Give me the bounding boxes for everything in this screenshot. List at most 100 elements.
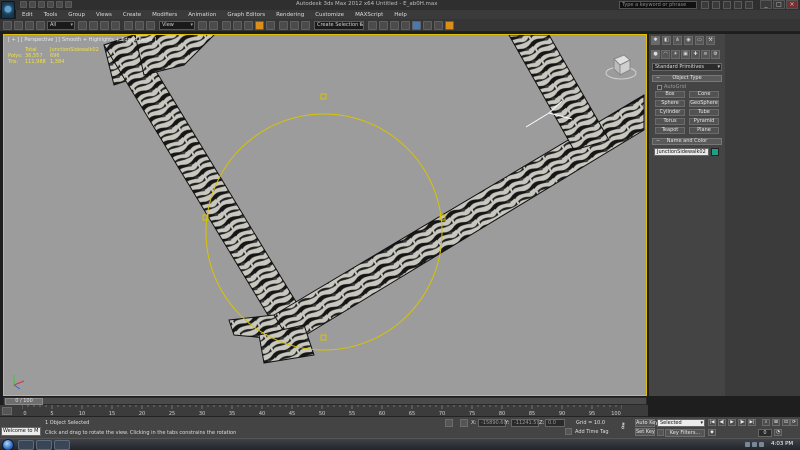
- auto-key-button[interactable]: Auto Key: [635, 419, 658, 427]
- time-tag-icon[interactable]: [565, 428, 572, 435]
- rectangle-selection-icon[interactable]: [100, 21, 109, 30]
- help-icon[interactable]: [745, 1, 753, 9]
- key-filters-button[interactable]: Key Filters...: [665, 429, 705, 437]
- zoom-icon[interactable]: ⌕: [762, 419, 770, 426]
- select-and-move-icon[interactable]: [124, 21, 133, 30]
- render-production-icon[interactable]: [445, 21, 454, 30]
- layer-manager-icon[interactable]: [368, 21, 377, 30]
- undo-icon[interactable]: [47, 1, 54, 8]
- bind-space-warp-icon[interactable]: [36, 21, 45, 30]
- object-type-rollout[interactable]: Object Type: [652, 75, 722, 82]
- select-by-name-icon[interactable]: [89, 21, 98, 30]
- maxscript-listener[interactable]: Welcome to M: [1, 427, 41, 436]
- subscription-icon[interactable]: [712, 1, 720, 9]
- redo-tool-icon[interactable]: [14, 21, 23, 30]
- reference-coordinate-dropdown[interactable]: View: [159, 21, 195, 30]
- tray-icon[interactable]: [745, 442, 750, 447]
- new-file-icon[interactable]: [20, 1, 27, 8]
- key-selection-dropdown[interactable]: Selected: [657, 419, 705, 427]
- taskbar-app-icon[interactable]: [36, 440, 52, 450]
- redo-icon[interactable]: [56, 1, 63, 8]
- tube-button[interactable]: Tube: [689, 109, 719, 116]
- taskbar-clock[interactable]: 4:03 PM: [771, 441, 793, 447]
- autogrid-checkbox[interactable]: [657, 84, 662, 90]
- network-icon[interactable]: [752, 442, 757, 447]
- create-tab-icon[interactable]: ✱: [651, 36, 660, 45]
- set-keys-icon[interactable]: [657, 429, 664, 436]
- cameras-icon[interactable]: ▣: [681, 50, 690, 59]
- project-folder-icon[interactable]: [65, 1, 72, 8]
- display-tab-icon[interactable]: ▭: [695, 36, 704, 45]
- spinner-snap-icon[interactable]: [266, 21, 275, 30]
- material-editor-icon[interactable]: [412, 21, 421, 30]
- viewport-label-menu[interactable]: [ + ] [ Perspective ] [ Smooth + Highlig…: [8, 37, 156, 43]
- close-icon[interactable]: ×: [786, 0, 798, 9]
- window-crossing-icon[interactable]: [111, 21, 120, 30]
- shapes-icon[interactable]: ◠: [661, 50, 670, 59]
- z-coordinate-field[interactable]: 0.0: [545, 419, 565, 427]
- orbit-icon[interactable]: ⟳: [790, 419, 798, 426]
- lights-icon[interactable]: ☀: [671, 50, 680, 59]
- snaps-toggle-icon[interactable]: [233, 21, 242, 30]
- menu-maxscript[interactable]: MAXScript: [355, 12, 383, 18]
- zoom-all-icon[interactable]: ⊞: [772, 419, 780, 426]
- next-frame-icon[interactable]: |▶: [738, 419, 746, 426]
- edit-named-selection-icon[interactable]: [279, 21, 288, 30]
- primitive-type-dropdown[interactable]: Standard Primitives: [652, 63, 722, 71]
- save-file-icon[interactable]: [38, 1, 45, 8]
- torus-button[interactable]: Torus: [655, 118, 685, 125]
- render-setup-icon[interactable]: [423, 21, 432, 30]
- keyboard-shortcut-icon[interactable]: [222, 21, 231, 30]
- name-and-color-rollout[interactable]: Name and Color: [652, 138, 722, 145]
- object-color-swatch[interactable]: [711, 148, 719, 156]
- systems-icon[interactable]: ⚙: [711, 50, 720, 59]
- play-icon[interactable]: ▶: [728, 419, 736, 426]
- viewcube-icon[interactable]: [604, 49, 638, 83]
- link-icon[interactable]: [25, 21, 34, 30]
- box-button[interactable]: Box: [655, 91, 685, 98]
- utilities-tab-icon[interactable]: ⚒: [706, 36, 715, 45]
- angle-snap-icon[interactable]: [244, 21, 253, 30]
- select-and-manipulate-icon[interactable]: [209, 21, 218, 30]
- motion-tab-icon[interactable]: ◉: [684, 36, 693, 45]
- time-configuration-icon[interactable]: ◔: [774, 429, 782, 436]
- volume-icon[interactable]: [759, 442, 764, 447]
- align-icon[interactable]: [301, 21, 310, 30]
- menu-animation[interactable]: Animation: [188, 12, 216, 18]
- scene-canvas[interactable]: [4, 35, 647, 396]
- object-name-field[interactable]: JunctionSidewalk02: [654, 148, 709, 156]
- current-frame-field[interactable]: 0: [758, 429, 772, 437]
- select-and-rotate-icon[interactable]: [135, 21, 144, 30]
- menu-edit[interactable]: Edit: [22, 12, 33, 18]
- add-time-tag[interactable]: Add Time Tag: [575, 429, 609, 436]
- set-key-button[interactable]: Set Key: [635, 428, 655, 436]
- hierarchy-tab-icon[interactable]: ⋔: [673, 36, 682, 45]
- timeline-ruler[interactable]: 0 5 10 15 20 25 30 35 40 45 50 55 60 65 70 75 80 85 90 95 10…: [22, 405, 622, 417]
- menu-tools[interactable]: Tools: [44, 12, 58, 18]
- schematic-view-icon[interactable]: [401, 21, 410, 30]
- taskbar-app-icon[interactable]: [18, 440, 34, 450]
- taskbar-app-icon[interactable]: [54, 440, 70, 450]
- mini-curve-editor-icon[interactable]: [2, 407, 12, 415]
- select-and-scale-icon[interactable]: [146, 21, 155, 30]
- helpers-icon[interactable]: ✚: [691, 50, 700, 59]
- cone-button[interactable]: Cone: [689, 91, 719, 98]
- minimize-icon[interactable]: _: [760, 0, 772, 9]
- geosphere-button[interactable]: GeoSphere: [689, 100, 719, 107]
- key-icon[interactable]: ⚷: [620, 421, 632, 431]
- absolute-mode-icon[interactable]: [460, 419, 468, 427]
- percent-snap-icon[interactable]: [255, 21, 264, 30]
- previous-frame-icon[interactable]: ◀|: [718, 419, 726, 426]
- maximize-icon[interactable]: □: [773, 0, 785, 9]
- rendered-frame-window-icon[interactable]: [434, 21, 443, 30]
- open-file-icon[interactable]: [29, 1, 36, 8]
- modify-tab-icon[interactable]: ◧: [662, 36, 671, 45]
- search-input[interactable]: Type a keyword or phrase: [619, 1, 697, 9]
- teapot-button[interactable]: Teapot: [655, 127, 685, 134]
- y-coordinate-field[interactable]: -11241.59: [511, 419, 539, 427]
- go-to-start-icon[interactable]: |◀: [708, 419, 716, 426]
- select-object-icon[interactable]: [78, 21, 87, 30]
- menu-customize[interactable]: Customize: [315, 12, 344, 18]
- communication-icon[interactable]: [723, 1, 731, 9]
- menu-views[interactable]: Views: [96, 12, 112, 18]
